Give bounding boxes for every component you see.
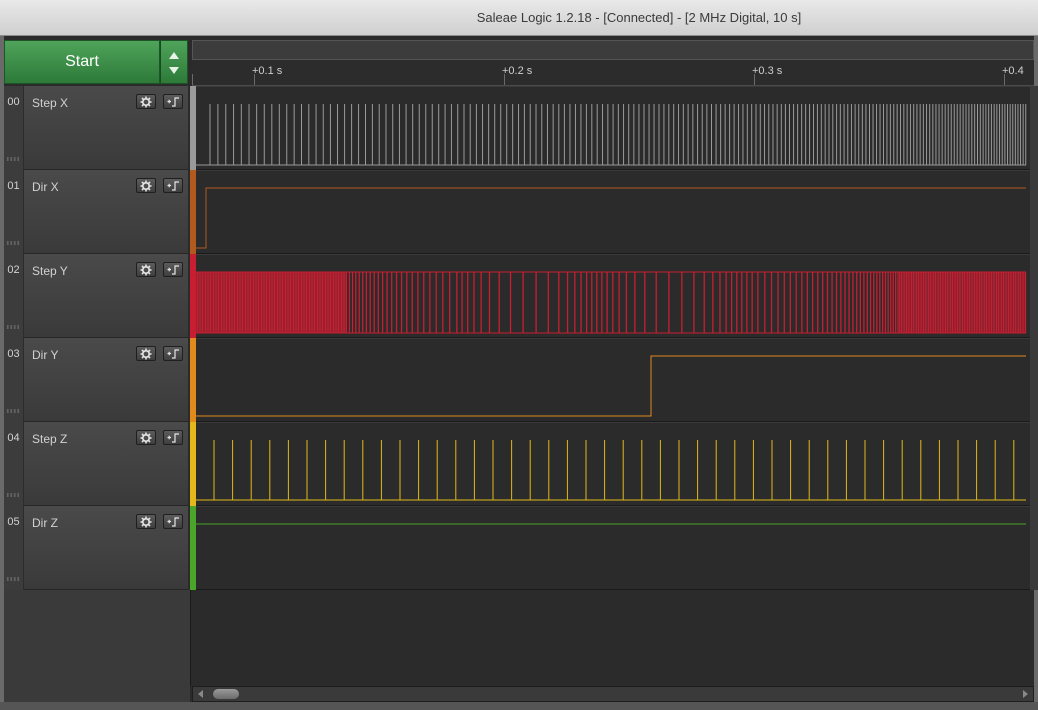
gear-icon [140, 348, 152, 360]
waveform-right-margin [1030, 86, 1038, 590]
channel-trigger-button[interactable] [163, 430, 183, 445]
gear-icon [140, 264, 152, 276]
waveform-graph [196, 104, 1027, 166]
channel-list-empty-area [4, 590, 190, 686]
scroll-right-icon[interactable] [1023, 690, 1028, 698]
waveform-empty-area [190, 590, 1034, 686]
channel-row-step-y: 02 Step Y [0, 254, 1038, 338]
gear-icon [140, 96, 152, 108]
drag-handle-icon[interactable] [6, 241, 20, 245]
channel-settings-button[interactable] [136, 94, 156, 109]
channel-name: Step X [32, 96, 69, 110]
trigger-edge-icon [167, 181, 179, 191]
start-options-button[interactable] [160, 40, 188, 84]
channel-waveform[interactable] [196, 422, 1030, 506]
channel-label-panel[interactable]: 05 Dir Z [4, 506, 188, 590]
channel-settings-button[interactable] [136, 514, 156, 529]
waveform-graph [196, 271, 1027, 334]
channel-settings-button[interactable] [136, 430, 156, 445]
channel-settings-button[interactable] [136, 262, 156, 277]
channel-waveform[interactable] [196, 506, 1030, 590]
channel-name: Dir Z [32, 516, 58, 530]
channel-row-dir-y: 03 Dir Y [0, 338, 1038, 422]
channel-row-dir-z: 05 Dir Z [0, 506, 1038, 590]
channel-waveform[interactable] [196, 86, 1030, 170]
trigger-edge-icon [167, 265, 179, 275]
scrollbar-thumb[interactable] [213, 689, 239, 699]
scroll-left-icon[interactable] [198, 690, 203, 698]
drag-handle-icon[interactable] [6, 157, 20, 161]
channel-name: Step Y [32, 264, 68, 278]
gear-icon [140, 516, 152, 528]
ruler-tick-label: +0.3 s [752, 65, 783, 77]
channel-row-step-x: 00 Step X [0, 86, 1038, 170]
trigger-edge-icon [167, 433, 179, 443]
arrow-down-icon [169, 67, 179, 74]
channel-trigger-button[interactable] [163, 262, 183, 277]
channel-label-panel[interactable]: 00 Step X [4, 86, 188, 170]
time-ruler[interactable]: +0.1 s +0.2 s +0.3 s +0.4 [192, 60, 1034, 86]
channel-row-dir-x: 01 Dir X [0, 170, 1038, 254]
channel-label-panel[interactable]: 02 Step Y [4, 254, 188, 338]
ruler-start-mark [192, 74, 193, 85]
channel-waveform[interactable] [196, 170, 1030, 254]
ruler-tick-label: +0.2 s [502, 65, 533, 77]
channel-waveform[interactable] [196, 338, 1030, 422]
ruler-tick-label: +0.4 [1002, 65, 1024, 77]
window-titlebar: Saleae Logic 1.2.18 - [Connected] - [2 M… [0, 0, 1038, 36]
waveform-graph [196, 440, 1026, 501]
drag-handle-icon[interactable] [6, 493, 20, 497]
waveform-graph [196, 187, 1026, 249]
channel-label-panel[interactable]: 01 Dir X [4, 170, 188, 254]
channel-trigger-button[interactable] [163, 346, 183, 361]
channel-trigger-button[interactable] [163, 94, 183, 109]
waveform-graph [196, 355, 1026, 417]
channel-trigger-button[interactable] [163, 178, 183, 193]
timeline-overview-bar[interactable] [192, 40, 1034, 60]
waveform-graph [196, 523, 1026, 525]
signal-trace [196, 187, 1026, 249]
drag-handle-icon[interactable] [6, 325, 20, 329]
channel-row-step-z: 04 Step Z [0, 422, 1038, 506]
channel-label-panel[interactable]: 04 Step Z [4, 422, 188, 506]
status-bar [0, 702, 1038, 710]
channel-name: Dir X [32, 180, 59, 194]
signal-trace [196, 355, 1026, 417]
horizontal-scrollbar[interactable] [192, 686, 1034, 702]
trigger-edge-icon [167, 517, 179, 527]
window-title: Saleae Logic 1.2.18 - [Connected] - [2 M… [476, 10, 802, 25]
channel-settings-button[interactable] [136, 178, 156, 193]
drag-handle-icon[interactable] [6, 577, 20, 581]
bottom-left-panel [4, 686, 190, 702]
arrow-up-icon [169, 52, 179, 59]
channel-waveform[interactable] [196, 254, 1030, 338]
ruler-tick-label: +0.1 s [252, 65, 283, 77]
drag-handle-icon[interactable] [6, 409, 20, 413]
channel-name: Dir Y [32, 348, 59, 362]
channel-label-panel[interactable]: 03 Dir Y [4, 338, 188, 422]
start-button[interactable]: Start [4, 40, 160, 84]
trigger-edge-icon [167, 97, 179, 107]
gear-icon [140, 180, 152, 192]
channel-settings-button[interactable] [136, 346, 156, 361]
trigger-edge-icon [167, 349, 179, 359]
channel-trigger-button[interactable] [163, 514, 183, 529]
channel-name: Step Z [32, 432, 68, 446]
gear-icon [140, 432, 152, 444]
